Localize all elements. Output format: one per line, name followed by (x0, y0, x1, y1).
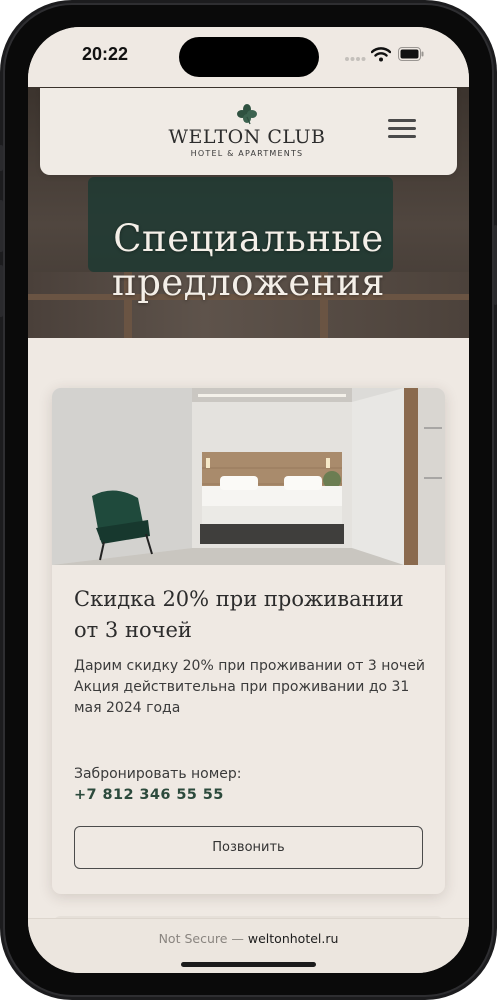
dynamic-island (179, 37, 319, 77)
url-host: weltonhotel.ru (247, 931, 339, 946)
volume-down-button (0, 265, 3, 317)
offers-list: Скидка 20% при проживании от 3 ночей Дар… (28, 338, 469, 926)
offer-room-photo (52, 388, 445, 565)
offer-description-line1: Дарим скидку 20% при проживании от 3 ноч… (74, 658, 425, 674)
address-text[interactable]: Not Secure — weltonhotel.ru (28, 931, 469, 946)
logo-subtitle: HOTEL & APARTMENTS (190, 149, 304, 158)
page-title-line2: предложения (112, 261, 385, 304)
screen: 20:22 Специальные предложения WELTON CLU… (28, 27, 469, 973)
site-header: WELTON CLUB HOTEL & APARTMENTS (40, 88, 457, 175)
call-button[interactable]: Позвонить (74, 826, 423, 869)
signal-icon (345, 57, 366, 61)
security-label: Not Secure — (158, 931, 244, 946)
offer-title: Скидка 20% при проживании от 3 ночей (74, 587, 404, 642)
offer-description-line2: Акция действительна при проживании до 31… (74, 679, 410, 716)
booking-label: Забронировать номер: (74, 766, 242, 782)
silent-switch (0, 145, 3, 171)
home-indicator[interactable] (181, 962, 316, 967)
hamburger-menu-icon[interactable] (388, 119, 416, 143)
offer-description: Дарим скидку 20% при проживании от 3 ноч… (74, 656, 426, 719)
wifi-icon (371, 47, 391, 62)
booking-phone-link[interactable]: +7 812 346 55 55 (74, 785, 224, 806)
battery-icon (398, 47, 424, 61)
site-logo[interactable]: WELTON CLUB HOTEL & APARTMENTS (162, 103, 332, 165)
logo-name: WELTON CLUB (168, 126, 326, 148)
clover-logo-icon (237, 104, 257, 125)
page-title: Специальные предложения (28, 217, 469, 305)
status-time: 20:22 (82, 44, 129, 64)
page-title-line1: Специальные (113, 217, 384, 260)
offer-card: Скидка 20% при проживании от 3 ночей Дар… (52, 388, 445, 894)
status-bar: 20:22 (28, 27, 469, 87)
volume-up-button (0, 200, 3, 252)
phone-frame: 20:22 Специальные предложения WELTON CLU… (0, 0, 497, 1000)
